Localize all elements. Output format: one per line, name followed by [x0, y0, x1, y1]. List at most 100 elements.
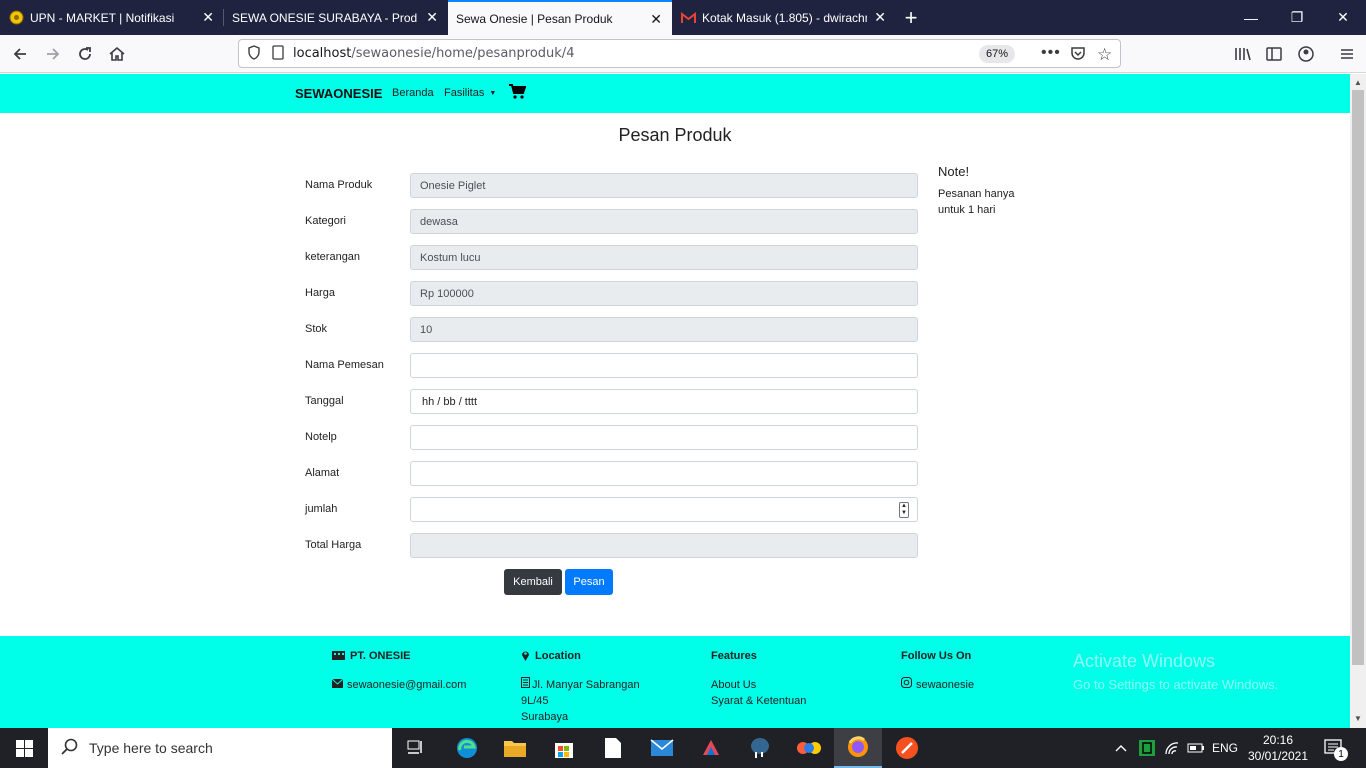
- system-clock[interactable]: 20:16 30/01/2021: [1240, 732, 1316, 764]
- menu-button[interactable]: [1335, 42, 1359, 66]
- nav-beranda[interactable]: Beranda: [392, 87, 434, 99]
- shield-icon[interactable]: [247, 44, 261, 63]
- sidebar-button[interactable]: [1262, 42, 1286, 66]
- document-icon[interactable]: [589, 728, 637, 768]
- colorful-app-icon[interactable]: [785, 728, 833, 768]
- scrollbar-thumb[interactable]: [1352, 90, 1364, 665]
- wifi-icon[interactable]: [1164, 728, 1180, 768]
- nama-pemesan-input[interactable]: [410, 353, 918, 378]
- keterangan-field[interactable]: Kostum lucu: [410, 245, 918, 270]
- close-tab-icon[interactable]: ✕: [650, 11, 662, 27]
- file-explorer-icon[interactable]: [491, 728, 539, 768]
- tab-sewa-onesie-produk[interactable]: SEWA ONESIE SURABAYA - Produk ✕: [224, 0, 448, 35]
- office-app-icon[interactable]: [687, 728, 735, 768]
- close-window-button[interactable]: ✕: [1320, 0, 1366, 35]
- label-keterangan: keterangan: [305, 251, 361, 263]
- show-hidden-icons[interactable]: [1115, 728, 1127, 768]
- cart-icon[interactable]: [509, 84, 527, 102]
- label-tanggal: Tanggal: [305, 395, 344, 407]
- tab-pesan-produk[interactable]: Sewa Onesie | Pesan Produk ✕: [448, 0, 672, 35]
- hamburger-icon: [1341, 49, 1353, 59]
- url-bar[interactable]: localhost/sewaonesie/home/pesanproduk/4 …: [238, 39, 1121, 68]
- pesan-button[interactable]: Pesan: [565, 569, 613, 595]
- firefox-icon[interactable]: [834, 728, 882, 768]
- restore-button[interactable]: ❐: [1274, 0, 1320, 35]
- building-icon: [332, 649, 345, 663]
- close-tab-icon[interactable]: ✕: [426, 9, 438, 25]
- footer-instagram-link[interactable]: sewaonesie: [916, 677, 974, 693]
- forward-button[interactable]: [41, 42, 65, 66]
- start-button[interactable]: [0, 728, 48, 768]
- sublime-app-icon[interactable]: [883, 728, 931, 768]
- scroll-up-icon[interactable]: ▲: [1354, 78, 1362, 87]
- scroll-down-icon[interactable]: ▼: [1354, 714, 1362, 723]
- harga-field[interactable]: Rp 100000: [410, 281, 918, 306]
- minimize-button[interactable]: —: [1228, 0, 1274, 35]
- alamat-input[interactable]: [410, 461, 918, 486]
- page-info-icon[interactable]: [271, 44, 285, 63]
- battery-icon[interactable]: [1187, 728, 1205, 768]
- tab-label: Sewa Onesie | Pesan Produk: [456, 11, 613, 26]
- kategori-field[interactable]: dewasa: [410, 209, 918, 234]
- reload-button[interactable]: [73, 42, 97, 66]
- footer-terms-link[interactable]: Syarat & Ketentuan: [711, 693, 806, 709]
- page-actions-icon[interactable]: •••: [1041, 44, 1061, 62]
- store-icon[interactable]: [540, 728, 588, 768]
- postgresql-elephant-icon[interactable]: [736, 728, 784, 768]
- url-path: /sewaonesie/home/pesanproduk/4: [351, 46, 575, 61]
- number-spinner-icon[interactable]: ▲ ▼: [899, 502, 909, 518]
- label-alamat: Alamat: [305, 467, 340, 479]
- form-row-stok: Stok 10: [305, 317, 918, 342]
- nama-produk-field[interactable]: Onesie Piglet: [410, 173, 918, 198]
- close-tab-icon[interactable]: ✕: [202, 9, 214, 25]
- new-tab-button[interactable]: +: [896, 0, 926, 35]
- activate-windows-title: Activate Windows: [1073, 651, 1216, 671]
- form-row-nama-produk: Nama Produk Onesie Piglet: [305, 173, 918, 198]
- search-placeholder: Type here to search: [89, 740, 213, 756]
- edge-icon[interactable]: [443, 728, 491, 768]
- close-tab-icon[interactable]: ✕: [874, 9, 886, 25]
- label-harga: Harga: [305, 287, 335, 299]
- kembali-button[interactable]: Kembali: [504, 569, 562, 595]
- tanggal-date-input[interactable]: hh / bb / tttt: [410, 389, 918, 414]
- nav-fasilitas[interactable]: Fasilitas ▼: [444, 87, 496, 99]
- footer-location-title: Location: [535, 650, 581, 662]
- note-panel: Note! Pesanan hanya untuk 1 hari: [938, 164, 1038, 218]
- footer-about-link[interactable]: About Us: [711, 677, 806, 693]
- home-button[interactable]: [105, 42, 129, 66]
- notification-center-icon[interactable]: 1: [1324, 728, 1348, 768]
- library-button[interactable]: [1231, 42, 1255, 66]
- jumlah-number-input[interactable]: ▲ ▼: [410, 497, 918, 522]
- footer-email[interactable]: sewaonesie@gmail.com: [347, 677, 466, 693]
- form-row-kategori: Kategori dewasa: [305, 209, 918, 234]
- tab-upn-market[interactable]: UPN - MARKET | Notifikasi ✕: [0, 0, 224, 35]
- mail-icon[interactable]: [638, 728, 686, 768]
- pocket-icon[interactable]: [1070, 46, 1086, 64]
- footer-location: Location Jl. Manyar Sabrangan 9L/45 Sura…: [521, 650, 640, 725]
- stok-field[interactable]: 10: [410, 317, 918, 342]
- task-view-icon[interactable]: [392, 728, 440, 768]
- language-indicator[interactable]: ENG: [1212, 728, 1238, 768]
- taskbar-search-box[interactable]: Type here to search: [48, 728, 392, 768]
- instagram-icon: [901, 677, 912, 693]
- activate-windows-subtitle: Go to Settings to activate Windows.: [1073, 677, 1279, 692]
- label-nama-pemesan: Nama Pemesan: [305, 359, 384, 371]
- account-button[interactable]: [1294, 42, 1318, 66]
- tray-app-icon[interactable]: [1138, 728, 1156, 768]
- tab-gmail[interactable]: Kotak Masuk (1.805) - dwirachma ✕: [672, 0, 896, 35]
- label-nama-produk: Nama Produk: [305, 179, 373, 191]
- notelp-input[interactable]: [410, 425, 918, 450]
- footer-company-title: PT. ONESIE: [350, 650, 411, 662]
- windows-logo-icon: [15, 739, 33, 757]
- bookmark-star-icon[interactable]: ☆: [1097, 45, 1112, 65]
- site-brand[interactable]: SEWAONESIE: [295, 86, 382, 101]
- form-row-harga: Harga Rp 100000: [305, 281, 918, 306]
- total-harga-field[interactable]: [410, 533, 918, 558]
- zoom-indicator[interactable]: 67%: [979, 45, 1015, 63]
- back-button[interactable]: [8, 42, 32, 66]
- url-text: localhost/sewaonesie/home/pesanproduk/4: [293, 46, 574, 61]
- envelope-icon: [331, 677, 344, 693]
- account-icon: [1298, 46, 1314, 62]
- form-row-keterangan: keterangan Kostum lucu: [305, 245, 918, 270]
- forward-arrow-icon: [47, 48, 60, 60]
